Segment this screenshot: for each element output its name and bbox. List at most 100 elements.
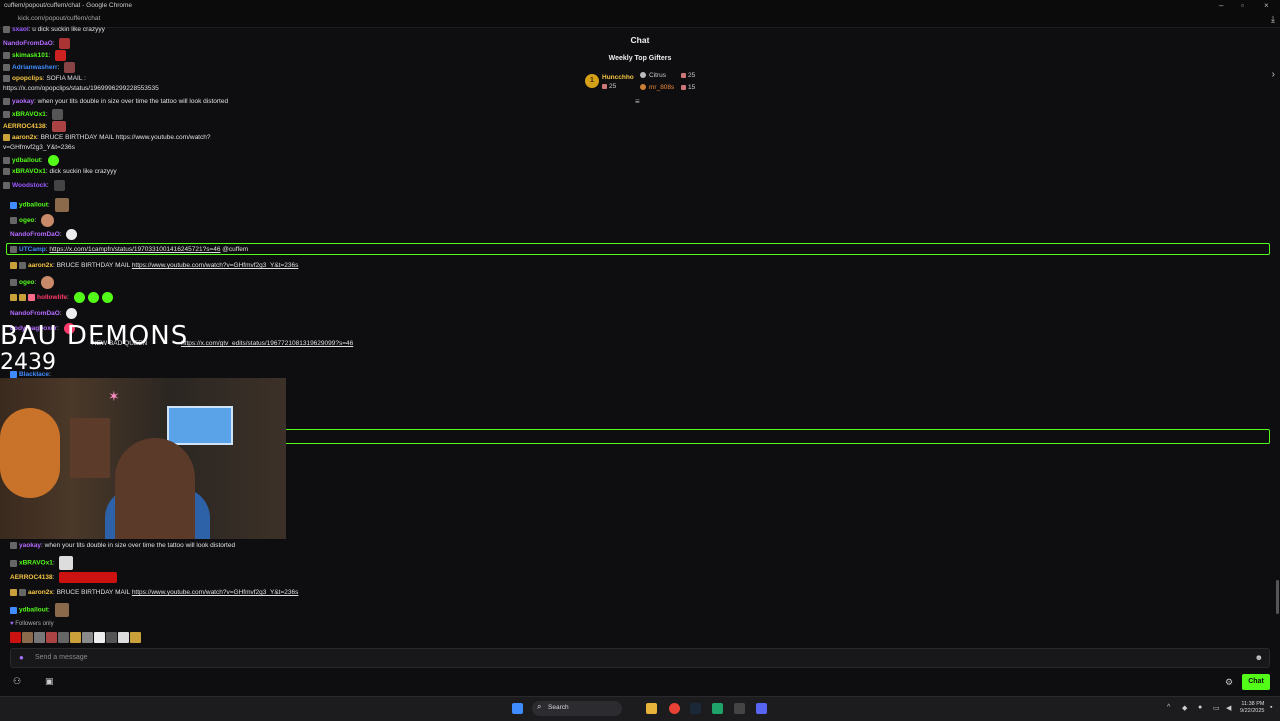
username[interactable]: Woodstock — [12, 182, 47, 189]
username[interactable]: ogeo — [19, 279, 35, 286]
chat-message: xBRAVOx1: — [3, 109, 64, 120]
username[interactable]: aaron2x — [28, 262, 53, 269]
emote-icon[interactable] — [82, 632, 93, 643]
taskbar-clock[interactable]: 11:38 PM 9/22/2025 — [1240, 701, 1264, 715]
gear-icon[interactable]: ⚙ — [1225, 677, 1233, 688]
microphone-icon[interactable]: ● — [19, 653, 24, 662]
emote-icon[interactable] — [34, 632, 45, 643]
username[interactable]: ydballout — [19, 607, 48, 614]
username[interactable]: aaron2x — [12, 134, 37, 141]
chrome-icon[interactable] — [669, 703, 680, 714]
username[interactable]: yaokay — [19, 542, 41, 549]
emote-icon[interactable] — [130, 632, 141, 643]
emote-icon[interactable] — [10, 632, 21, 643]
message-link[interactable]: https://www.youtube.com/watch?v=GHfmvf2g… — [132, 589, 299, 596]
download-icon[interactable]: ⤓ — [1271, 14, 1275, 25]
username[interactable]: ogeo — [19, 217, 35, 224]
close-icon[interactable]: × — [1264, 1, 1269, 10]
message-input[interactable]: ● Send a message ☻ — [10, 648, 1270, 668]
message-link[interactable]: https://x.com/gtv_edits/status/196772108… — [181, 340, 353, 347]
username[interactable]: aaron2x — [28, 589, 53, 596]
gifter-name[interactable]: mr_808s — [640, 84, 674, 91]
scrollbar[interactable] — [1276, 580, 1279, 614]
emote-icon — [59, 556, 74, 570]
message-continuation[interactable]: v=GHfmvf2g3_Y&t=236s — [3, 143, 75, 152]
message-continuation[interactable]: https://x.com/opopclips/status/196999629… — [3, 84, 159, 93]
username[interactable]: AERROC4138 — [3, 123, 46, 130]
chat-message: xBRAVOx1: — [10, 556, 74, 570]
chat-message: ydballout: — [10, 198, 69, 212]
emote-icon[interactable] — [22, 632, 33, 643]
username[interactable]: NandoFromDaO — [3, 40, 53, 47]
tray-icon[interactable]: ◆ — [1182, 704, 1187, 712]
app-icon[interactable] — [712, 703, 723, 714]
gifter-name[interactable]: Huncchho — [602, 74, 634, 81]
username[interactable]: xBRAVOx1 — [12, 111, 46, 118]
taskbar-search[interactable]: ⌕ Search — [532, 701, 622, 716]
emote-icon[interactable] — [118, 632, 129, 643]
gift-icon — [681, 72, 686, 78]
link-icon[interactable]: ⚇ — [13, 676, 21, 687]
message-link[interactable]: https://x.com/1campfn/status/19703310014… — [49, 246, 220, 253]
volume-icon[interactable]: ◀ — [1226, 704, 1231, 712]
app-icon[interactable] — [734, 703, 745, 714]
badge-icon — [19, 294, 26, 301]
badge-icon — [3, 74, 10, 82]
monitor-icon[interactable]: ▭ — [1213, 704, 1220, 712]
emote-icon — [64, 62, 76, 73]
chat-message: NandoFromDaO: — [10, 308, 78, 319]
search-label: Search — [548, 704, 569, 711]
store-icon[interactable]: ▣ — [45, 676, 54, 687]
emote-icon[interactable] — [58, 632, 69, 643]
username[interactable]: skimask101 — [12, 52, 49, 59]
username[interactable]: xBRAVOx1 — [19, 560, 53, 567]
chat-message: xBRAVOx1: dick suckin like crazyyy — [3, 167, 117, 176]
emote-icon — [41, 276, 55, 289]
username[interactable]: xBRAVOx1 — [12, 168, 46, 175]
emoji-icon[interactable]: ☻ — [1255, 653, 1263, 662]
chevron-up-icon[interactable]: ^ — [1167, 704, 1170, 711]
chat-message: AERROC4138: — [3, 121, 67, 132]
emote-icon[interactable] — [94, 632, 105, 643]
monitor — [167, 406, 233, 445]
gifter-count: 25 — [681, 72, 695, 79]
message-link[interactable]: https://www.youtube.com/watch?v=GHfmvf2g… — [132, 262, 299, 269]
badge-icon — [10, 245, 17, 253]
microphone-icon[interactable]: ● — [1198, 704, 1202, 711]
username[interactable]: NandoFromDaO — [10, 310, 60, 317]
message-text: BRUCE BIRTHDAY MAIL https://www.youtube.… — [40, 134, 211, 141]
emote-icon[interactable] — [46, 632, 57, 643]
url-text[interactable]: kick.com/popout/cuffem/chat — [18, 15, 100, 22]
notification-icon[interactable]: ▪ — [1270, 704, 1272, 711]
username[interactable]: opopclips — [12, 75, 43, 82]
username[interactable]: ydballout — [12, 157, 41, 164]
username[interactable]: hollowlife — [37, 294, 67, 301]
collapse-icon[interactable]: ≡ — [635, 97, 640, 106]
discord-icon[interactable] — [756, 703, 767, 714]
emote-bar[interactable] — [10, 632, 142, 645]
message-text: when your tits double in size over time … — [44, 542, 236, 549]
username[interactable]: yaokay — [12, 98, 34, 105]
emote-icon[interactable] — [106, 632, 117, 643]
steam-icon[interactable] — [690, 703, 701, 714]
minimize-icon[interactable]: – — [1219, 1, 1223, 10]
file-explorer-icon[interactable] — [646, 703, 657, 714]
chevron-right-icon[interactable]: › — [1272, 69, 1275, 80]
maximize-icon[interactable]: ▫ — [1241, 1, 1244, 10]
username[interactable]: sxaoi — [12, 26, 29, 33]
silver-medal-icon — [640, 72, 646, 79]
username[interactable]: UTCamp — [19, 246, 46, 253]
badge-icon — [10, 606, 17, 614]
badge-icon — [10, 217, 17, 224]
username[interactable]: ydballout — [19, 202, 48, 209]
windows-start-icon[interactable] — [512, 703, 523, 714]
address-bar[interactable]: kick.com/popout/cuffem/chat ⤓ — [0, 12, 1280, 28]
username[interactable]: NandoFromDaO — [10, 231, 60, 238]
emote-icon[interactable] — [70, 632, 81, 643]
gifter-name[interactable]: Citrus — [640, 72, 666, 79]
username[interactable]: AERROC4138 — [10, 574, 53, 581]
username[interactable]: Adrianwasherr — [12, 64, 58, 71]
chat-message: UTCamp: https://x.com/1campfn/status/197… — [10, 245, 248, 254]
chat-send-button[interactable]: Chat — [1242, 674, 1270, 690]
emote-icon — [55, 50, 67, 61]
